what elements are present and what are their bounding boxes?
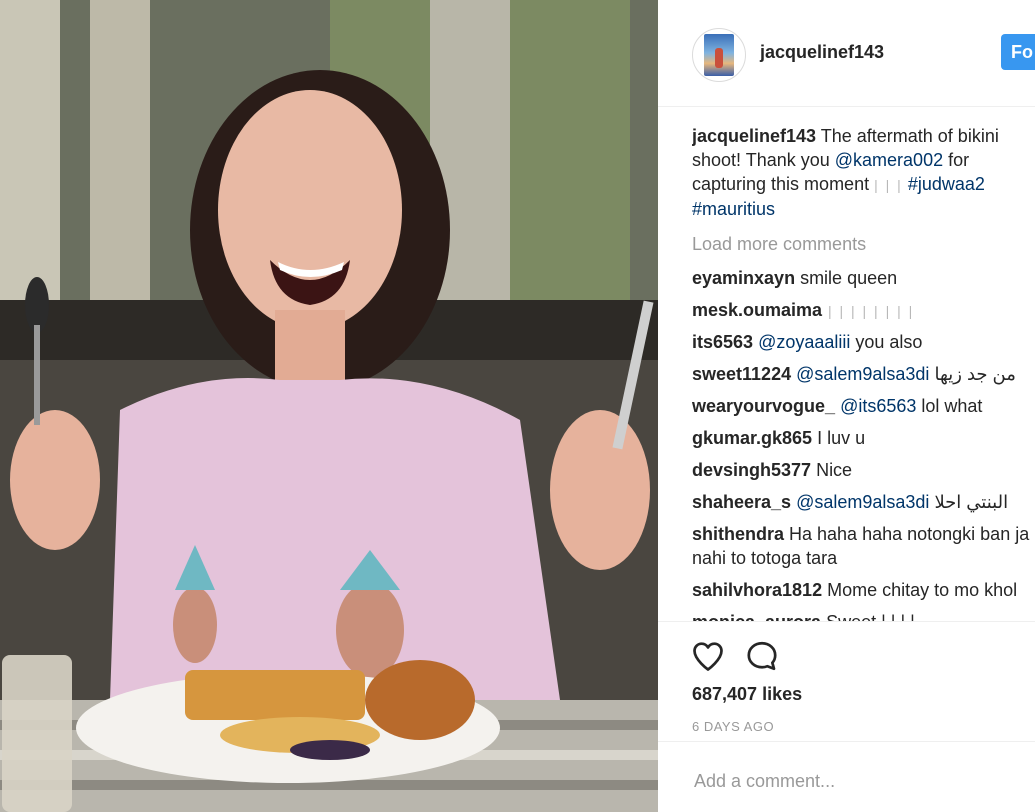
avatar[interactable] bbox=[692, 28, 746, 82]
comment-mention[interactable]: @salem9alsa3di bbox=[791, 364, 929, 384]
follow-button[interactable]: Fo bbox=[1001, 34, 1035, 70]
comment-text: Sweet | | | | bbox=[821, 612, 915, 621]
comment-item: devsingh5377 Nice bbox=[692, 458, 1035, 482]
comment-text: lol what bbox=[916, 396, 983, 416]
comment-text: من جد زيها bbox=[929, 364, 1016, 384]
avatar-image bbox=[704, 34, 734, 76]
comment-item: sweet11224 @salem9alsa3di من جد زيها bbox=[692, 362, 1035, 386]
comment-text: I luv u bbox=[812, 428, 866, 448]
comment-username[interactable]: its6563 bbox=[692, 332, 753, 352]
like-count[interactable]: 687,407 likes bbox=[692, 684, 802, 705]
comment-text: البنتي احلا bbox=[929, 492, 1009, 512]
comment-username[interactable]: devsingh5377 bbox=[692, 460, 811, 480]
post-photo[interactable] bbox=[0, 0, 658, 812]
comment-mention[interactable]: @its6563 bbox=[835, 396, 916, 416]
caption-mention[interactable]: @kamera002 bbox=[835, 150, 943, 170]
caption-username[interactable]: jacquelinef143 bbox=[692, 126, 816, 146]
caption-emoji: | | | bbox=[874, 177, 903, 193]
comment-username[interactable]: sahilvhora1812 bbox=[692, 580, 822, 600]
comment-input[interactable] bbox=[692, 766, 1016, 796]
comment-text: Mome chitay to mo khol bbox=[822, 580, 1018, 600]
comment-bubble-icon[interactable] bbox=[744, 638, 780, 674]
username-link[interactable]: jacquelinef143 bbox=[760, 42, 884, 63]
comment-item: eyaminxayn smile queen bbox=[692, 266, 1035, 290]
comment-username[interactable]: sweet11224 bbox=[692, 364, 791, 384]
comment-item: shaheera_s @salem9alsa3di البنتي احلا bbox=[692, 490, 1035, 514]
comment-username[interactable]: gkumar.gk865 bbox=[692, 428, 812, 448]
comment-mention[interactable]: @salem9alsa3di bbox=[791, 492, 929, 512]
photo-illustration bbox=[0, 0, 658, 812]
comment-text: you also bbox=[850, 332, 923, 352]
hashtag-mauritius[interactable]: #mauritius bbox=[692, 199, 775, 219]
comment-username[interactable]: monica_aurora bbox=[692, 612, 821, 621]
comment-username[interactable]: eyaminxayn bbox=[692, 268, 795, 288]
comment-mention[interactable]: @zoyaaaliii bbox=[753, 332, 850, 352]
comment-username[interactable]: mesk.oumaima bbox=[692, 300, 822, 320]
comment-item: its6563 @zoyaaaliii you also bbox=[692, 330, 1035, 354]
comments-section: jacquelinef143 The aftermath of bikini s… bbox=[692, 106, 1035, 621]
action-bar: 687,407 likes 6 DAYS AGO bbox=[658, 621, 1035, 740]
comment-text: | | | | | | | | bbox=[822, 303, 915, 319]
post-header: jacquelinef143 Fo bbox=[658, 0, 1035, 107]
comment-text: Nice bbox=[811, 460, 853, 480]
comment-item: gkumar.gk865 I luv u bbox=[692, 426, 1035, 450]
heart-icon[interactable] bbox=[690, 638, 726, 674]
hashtag-judwaa2[interactable]: #judwaa2 bbox=[908, 174, 985, 194]
comment-username[interactable]: shithendra bbox=[692, 524, 784, 544]
post-panel: jacquelinef143 Fo jacquelinef143 The aft… bbox=[658, 0, 1035, 812]
post-timestamp[interactable]: 6 DAYS AGO bbox=[692, 719, 774, 734]
comment-item: shithendra Ha haha haha notongki ban ja … bbox=[692, 522, 1035, 570]
comment-item: mesk.oumaima | | | | | | | | bbox=[692, 298, 1035, 323]
comment-username[interactable]: shaheera_s bbox=[692, 492, 791, 512]
post-caption: jacquelinef143 The aftermath of bikini s… bbox=[692, 124, 1022, 221]
comment-username[interactable]: wearyourvogue_ bbox=[692, 396, 835, 416]
load-more-comments[interactable]: Load more comments bbox=[692, 232, 866, 256]
comment-item: monica_aurora Sweet | | | | bbox=[692, 610, 1035, 621]
comment-text: smile queen bbox=[795, 268, 898, 288]
comment-item: wearyourvogue_ @its6563 lol what bbox=[692, 394, 1035, 418]
add-comment-bar bbox=[658, 741, 1035, 812]
comment-item: sahilvhora1812 Mome chitay to mo khol bbox=[692, 578, 1035, 602]
